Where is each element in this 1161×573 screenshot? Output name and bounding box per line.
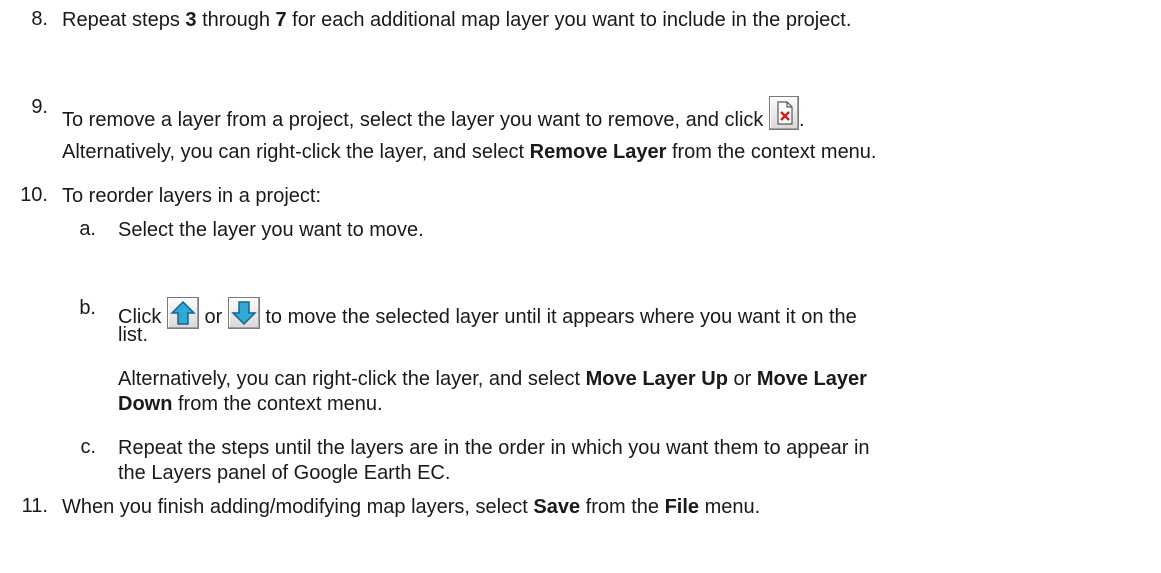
substep-a-text: Select the layer you want to move. [118,219,424,241]
step-8-text-part1: Repeat steps [62,9,186,31]
step-number-9: 9. [31,96,48,118]
substep-b-text: Click or to move the selected layer unti… [118,297,857,329]
step-11-part3: menu. [699,496,761,518]
step-9-alt-part2: from the context menu. [666,141,877,163]
substep-c-line1: Repeat the steps until the layers are in… [118,437,870,459]
substep-b-text-cont: list. [118,324,148,346]
substep-b-alt-part2: or [727,368,757,390]
substep-b-alt-line2: Down from the context menu. [118,392,383,416]
substep-b-alt-line1: Alternatively, you can right-click the l… [118,367,867,391]
step-number-10: 10. [20,184,48,206]
step-8-bold-from: 3 [185,9,197,31]
step-9-text-part2: . [798,109,805,131]
step-9-text-part1: To remove a layer from a project, select… [62,109,769,131]
step-11-part1: When you finish adding/modifying map lay… [62,496,534,518]
substep-letter-b: b. [79,297,96,319]
remove-layer-icon [768,96,799,130]
step-9-alt-bold: Remove Layer [529,141,667,163]
step-8-bold-to: 7 [275,9,287,31]
step-8-text: Repeat steps 3 through 7 for each additi… [62,8,851,32]
substep-b-alt-part3: from the context menu. [172,393,383,415]
substep-b-alt-bold-up: Move Layer Up [585,368,728,390]
move-down-arrow-icon [227,297,260,329]
substep-letter-a: a. [79,218,96,240]
substep-letter-c: c. [80,436,96,458]
substep-c-line2: the Layers panel of Google Earth EC. [118,462,451,484]
step-8-text-part2: through [196,9,276,31]
substep-b-alt-bold-down2: Down [118,393,173,415]
step-9-alt-part1: Alternatively, you can right-click the l… [62,141,530,163]
step-9-text: To remove a layer from a project, select… [62,96,805,132]
step-11-text: When you finish adding/modifying map lay… [62,495,760,519]
substep-b-part2: or [198,306,228,328]
step-8-text-part3: for each additional map layer you want t… [286,9,852,31]
move-up-arrow-icon [166,297,199,329]
step-9-alt-text: Alternatively, you can right-click the l… [62,140,877,164]
step-11-bold-save: Save [533,496,581,518]
step-11-bold-file: File [664,496,700,518]
step-number-11: 11. [21,495,48,517]
substep-b-alt-bold-down1: Move Layer [756,368,867,390]
step-number-8: 8. [31,8,48,30]
step-10-text: To reorder layers in a project: [62,185,322,207]
substep-b-part3: to move the selected layer until it appe… [259,306,857,328]
substep-b-alt-part1: Alternatively, you can right-click the l… [118,368,586,390]
step-11-part2: from the [580,496,665,518]
